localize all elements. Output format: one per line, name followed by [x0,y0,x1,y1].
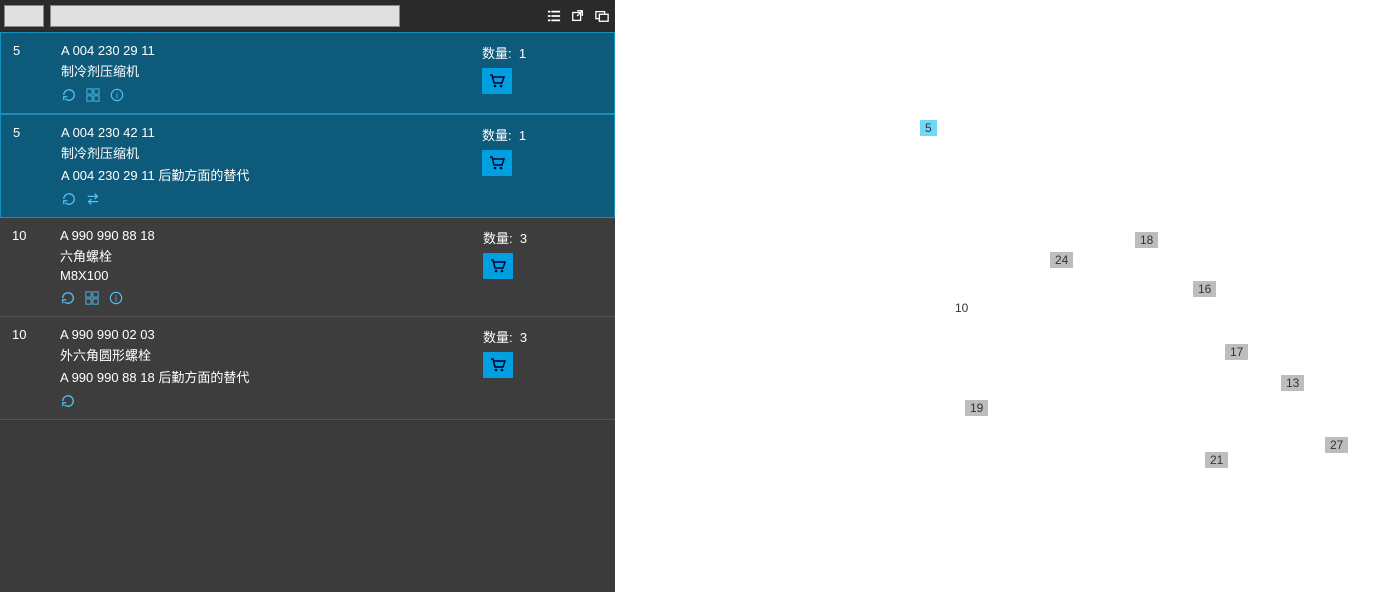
swap-icon[interactable] [85,191,101,207]
refresh-icon[interactable] [61,87,77,103]
qty-label: 数量: [483,330,513,345]
window-icon[interactable] [593,7,611,25]
qty-value: 3 [520,231,527,246]
part-row[interactable]: 10 A 990 990 02 03 外六角圆形螺栓 A 990 990 88 … [0,317,615,420]
svg-text:i: i [115,294,117,304]
qty-value: 3 [520,330,527,345]
qty-value: 1 [519,128,526,143]
part-list: 5 A 004 230 29 11 制冷剂压缩机 i 数量: 1 5 A 004… [0,32,615,592]
part-number: A 990 990 02 03 [60,327,483,342]
diagram-panel: 5 10 18 24 16 17 13 19 21 27 [615,0,1387,592]
diagram-callout[interactable]: 17 [1225,344,1248,360]
diagram-callout[interactable]: 18 [1135,232,1158,248]
diagram-callout[interactable]: 19 [965,400,988,416]
part-note: A 004 230 29 11 后勤方面的替代 [61,165,482,184]
part-number: A 004 230 42 11 [61,125,482,140]
add-to-cart-button[interactable] [483,253,513,279]
part-row[interactable]: 5 A 004 230 29 11 制冷剂压缩机 i 数量: 1 [0,32,615,114]
diagram-callout[interactable]: 5 [920,120,937,136]
diagram-callout[interactable]: 27 [1325,437,1348,453]
toolbar [0,0,615,32]
exploded-diagram[interactable]: 5 10 18 24 16 17 13 19 21 27 [615,0,1387,592]
diagram-callout[interactable]: 10 [950,300,973,316]
part-row[interactable]: 10 A 990 990 88 18 六角螺栓 M8X100 i 数量: 3 [0,218,615,317]
position-filter-input[interactable] [4,5,44,27]
search-input[interactable] [50,5,400,27]
diagram-callout[interactable]: 21 [1205,452,1228,468]
part-position: 10 [12,327,60,409]
part-row[interactable]: 5 A 004 230 42 11 制冷剂压缩机 A 004 230 29 11… [0,114,615,218]
info-icon[interactable]: i [108,290,124,306]
external-link-icon[interactable] [569,7,587,25]
svg-text:i: i [116,91,118,101]
part-position: 5 [13,125,61,207]
refresh-icon[interactable] [60,290,76,306]
part-position: 5 [13,43,61,103]
diagram-callout[interactable]: 13 [1281,375,1304,391]
part-position: 10 [12,228,60,306]
info-icon[interactable]: i [109,87,125,103]
qty-label: 数量: [483,231,513,246]
part-description: 外六角圆形螺栓 [60,345,483,364]
part-note: A 990 990 88 18 后勤方面的替代 [60,367,483,386]
refresh-icon[interactable] [60,393,76,409]
part-number: A 004 230 29 11 [61,43,482,58]
parts-list-panel: 5 A 004 230 29 11 制冷剂压缩机 i 数量: 1 5 A 004… [0,0,615,592]
grid-icon[interactable] [84,290,100,306]
diagram-callout[interactable]: 24 [1050,252,1073,268]
qty-value: 1 [519,46,526,61]
add-to-cart-button[interactable] [482,150,512,176]
add-to-cart-button[interactable] [482,68,512,94]
qty-label: 数量: [482,128,512,143]
part-number: A 990 990 88 18 [60,228,483,243]
part-note: M8X100 [60,268,483,283]
qty-label: 数量: [482,46,512,61]
diagram-callout[interactable]: 16 [1193,281,1216,297]
list-view-icon[interactable] [545,7,563,25]
refresh-icon[interactable] [61,191,77,207]
grid-icon[interactable] [85,87,101,103]
part-description: 制冷剂压缩机 [61,61,482,80]
part-description: 六角螺栓 [60,246,483,265]
part-description: 制冷剂压缩机 [61,143,482,162]
add-to-cart-button[interactable] [483,352,513,378]
